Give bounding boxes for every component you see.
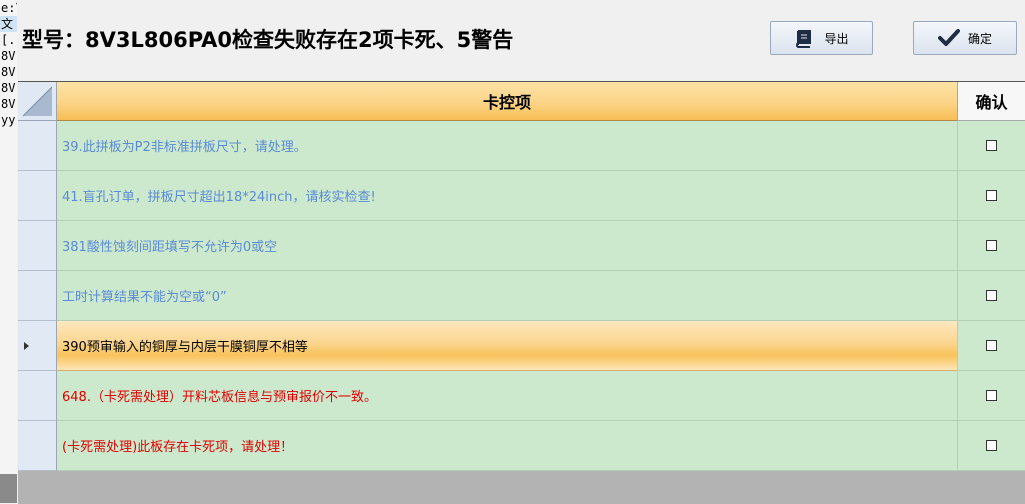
- book-icon: [794, 28, 816, 48]
- confirm-checkbox[interactable]: [986, 140, 997, 151]
- row-header[interactable]: [18, 171, 57, 221]
- confirm-checkbox[interactable]: [986, 240, 997, 251]
- column-header-confirm[interactable]: 确认: [957, 82, 1025, 121]
- confirm-checkbox[interactable]: [986, 390, 997, 401]
- row-header[interactable]: [18, 221, 57, 271]
- column-header-check-item[interactable]: 卡控项: [57, 82, 957, 121]
- select-all-corner[interactable]: [18, 82, 57, 121]
- export-button-label: 导出: [824, 31, 849, 46]
- confirm-cell: [957, 271, 1025, 321]
- check-result-dialog: 型号：8V3L806PA0检查失败存在2项卡死、5警告 导出 确定 卡控项 确认…: [17, 0, 1025, 504]
- confirm-cell: [957, 221, 1025, 271]
- check-item-cell[interactable]: (卡死需处理)此板存在卡死项，请处理！: [57, 421, 957, 471]
- bg-line: 文: [0, 16, 17, 32]
- table-row[interactable]: 39.此拼板为P2非标准拼板尺寸，请处理。: [18, 121, 1025, 171]
- confirm-cell: [957, 321, 1025, 371]
- bg-line: 8V: [1, 81, 16, 95]
- confirm-cell: [957, 171, 1025, 221]
- confirm-cell: [957, 421, 1025, 471]
- background-window-strip: e:\ 文 [.. 8V 8V 8V 8V yy: [0, 0, 18, 503]
- bg-line: 8V: [1, 65, 16, 79]
- bg-line: 8V: [1, 49, 16, 63]
- bg-scroll-area: [0, 474, 17, 503]
- bg-line: [..: [1, 33, 17, 47]
- confirm-checkbox[interactable]: [986, 190, 997, 201]
- check-item-cell[interactable]: 381酸性蚀刻间距填写不允许为0或空: [57, 221, 957, 271]
- grid-rows: 39.此拼板为P2非标准拼板尺寸，请处理。 41.盲孔订单，拼板尺寸超出18*2…: [18, 121, 1025, 471]
- bg-line: 8V: [1, 97, 16, 111]
- row-header[interactable]: [18, 271, 57, 321]
- table-row-current[interactable]: 390预审输入的铜厚与内层干膜铜厚不相等: [18, 321, 1025, 371]
- confirm-button[interactable]: 确定: [913, 21, 1017, 55]
- check-item-cell[interactable]: 41.盲孔订单，拼板尺寸超出18*24inch，请核实检查!: [57, 171, 957, 221]
- export-button[interactable]: 导出: [770, 21, 873, 55]
- row-header[interactable]: [18, 321, 57, 371]
- bg-line: yy: [1, 113, 16, 127]
- check-item-cell[interactable]: 工时计算结果不能为空或“0”: [57, 271, 957, 321]
- table-row[interactable]: 41.盲孔订单，拼板尺寸超出18*24inch，请核实检查!: [18, 171, 1025, 221]
- row-header[interactable]: [18, 121, 57, 171]
- confirm-checkbox[interactable]: [986, 340, 997, 351]
- checkmark-icon: [937, 28, 960, 48]
- dialog-title: 型号：8V3L806PA0检查失败存在2项卡死、5警告: [22, 28, 514, 52]
- check-item-cell[interactable]: 648.（卡死需处理）开料芯板信息与预审报价不一致。: [57, 371, 957, 421]
- current-row-arrow-icon: [24, 342, 29, 350]
- check-item-cell[interactable]: 39.此拼板为P2非标准拼板尺寸，请处理。: [57, 121, 957, 171]
- table-row[interactable]: (卡死需处理)此板存在卡死项，请处理！: [18, 421, 1025, 471]
- table-row[interactable]: 工时计算结果不能为空或“0”: [18, 271, 1025, 321]
- confirm-button-label: 确定: [967, 31, 992, 46]
- check-item-cell[interactable]: 390预审输入的铜厚与内层干膜铜厚不相等: [57, 321, 957, 371]
- confirm-checkbox[interactable]: [986, 440, 997, 451]
- confirm-cell: [957, 371, 1025, 421]
- table-row[interactable]: 648.（卡死需处理）开料芯板信息与预审报价不一致。: [18, 371, 1025, 421]
- row-header[interactable]: [18, 421, 57, 471]
- row-header[interactable]: [18, 371, 57, 421]
- grid-header: 卡控项 确认: [18, 82, 1025, 121]
- bg-line: e:\: [1, 1, 17, 15]
- confirm-checkbox[interactable]: [986, 290, 997, 301]
- check-items-grid: 卡控项 确认 39.此拼板为P2非标准拼板尺寸，请处理。 41.盲孔订单，拼板尺…: [18, 81, 1025, 504]
- confirm-cell: [957, 121, 1025, 171]
- table-row[interactable]: 381酸性蚀刻间距填写不允许为0或空: [18, 221, 1025, 271]
